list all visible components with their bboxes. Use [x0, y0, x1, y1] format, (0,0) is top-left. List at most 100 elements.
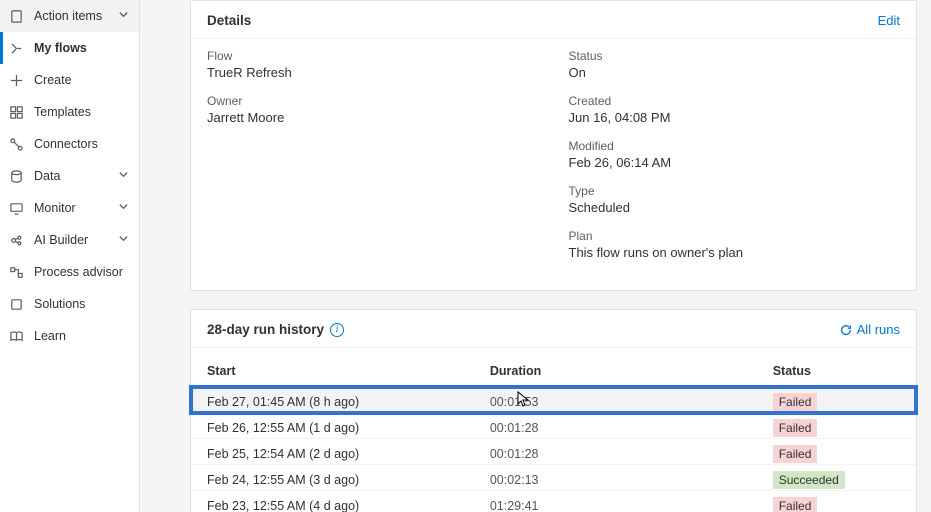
run-duration: 01:29:41 — [490, 499, 773, 512]
field-label: Plan — [569, 229, 901, 243]
sidebar-item-label: Connectors — [34, 137, 98, 151]
sidebar-item-solutions[interactable]: Solutions — [0, 288, 139, 320]
details-title: Details — [207, 13, 251, 28]
field-status: Status On — [569, 49, 901, 80]
run-row[interactable]: Feb 26, 12:55 AM (1 d ago)00:01:28Failed — [191, 413, 916, 439]
status-badge: Failed — [773, 393, 818, 411]
field-label: Type — [569, 184, 901, 198]
run-start: Feb 23, 12:55 AM (4 d ago) — [207, 499, 490, 512]
run-row[interactable]: Feb 25, 12:54 AM (2 d ago)00:01:28Failed — [191, 439, 916, 465]
field-modified: Modified Feb 26, 06:14 AM — [569, 139, 901, 170]
run-status-cell: Succeeded — [773, 471, 900, 489]
col-status: Status — [773, 364, 900, 378]
col-start: Start — [207, 364, 490, 378]
run-start: Feb 24, 12:55 AM (3 d ago) — [207, 473, 490, 487]
details-card: Details Edit Flow TrueR Refresh Owner Ja… — [190, 0, 917, 291]
field-label: Flow — [207, 49, 539, 63]
details-col-left: Flow TrueR Refresh Owner Jarrett Moore — [207, 49, 539, 274]
details-header: Details Edit — [191, 1, 916, 39]
status-badge: Succeeded — [773, 471, 845, 489]
sidebar-item-monitor[interactable]: Monitor — [0, 192, 139, 224]
info-icon[interactable]: i — [330, 323, 344, 337]
monitor-icon — [8, 200, 24, 216]
run-row[interactable]: Feb 27, 01:45 AM (8 h ago)00:01:53Failed — [191, 387, 916, 413]
field-value: TrueR Refresh — [207, 65, 539, 80]
run-status-cell: Failed — [773, 419, 900, 437]
connectors-icon — [8, 136, 24, 152]
run-duration: 00:02:13 — [490, 473, 773, 487]
sidebar-item-process-advisor[interactable]: Process advisor — [0, 256, 139, 288]
sidebar-item-label: Data — [34, 169, 60, 183]
chevron-down-icon — [118, 201, 129, 215]
sidebar-item-label: My flows — [34, 41, 87, 55]
data-icon — [8, 168, 24, 184]
runs-body: Feb 27, 01:45 AM (8 h ago)00:01:53Failed… — [191, 387, 916, 512]
sidebar-item-data[interactable]: Data — [0, 160, 139, 192]
field-value: Jun 16, 04:08 PM — [569, 110, 901, 125]
sidebar-item-label: Monitor — [34, 201, 76, 215]
templates-icon — [8, 104, 24, 120]
run-status-cell: Failed — [773, 393, 900, 411]
sidebar-item-learn[interactable]: Learn — [0, 320, 139, 352]
sidebar-item-connectors[interactable]: Connectors — [0, 128, 139, 160]
field-type: Type Scheduled — [569, 184, 901, 215]
sidebar-item-label: AI Builder — [34, 233, 88, 247]
refresh-icon — [839, 323, 853, 337]
clipboard-icon — [8, 8, 24, 24]
run-start: Feb 27, 01:45 AM (8 h ago) — [207, 395, 490, 409]
all-runs-link[interactable]: All runs — [839, 322, 900, 337]
process-icon — [8, 264, 24, 280]
sidebar-item-label: Solutions — [34, 297, 85, 311]
mouse-cursor-icon — [517, 391, 531, 407]
field-value: This flow runs on owner's plan — [569, 245, 901, 260]
run-duration: 00:01:28 — [490, 421, 773, 435]
field-plan: Plan This flow runs on owner's plan — [569, 229, 901, 260]
chevron-down-icon — [118, 169, 129, 183]
details-col-right: Status On Created Jun 16, 04:08 PM Modif… — [569, 49, 901, 274]
runs-head: Start Duration Status — [191, 348, 916, 387]
field-label: Created — [569, 94, 901, 108]
field-label: Owner — [207, 94, 539, 108]
run-row[interactable]: Feb 24, 12:55 AM (3 d ago)00:02:13Succee… — [191, 465, 916, 491]
sidebar-item-label: Create — [34, 73, 72, 87]
field-label: Status — [569, 49, 901, 63]
field-owner: Owner Jarrett Moore — [207, 94, 539, 125]
run-start: Feb 26, 12:55 AM (1 d ago) — [207, 421, 490, 435]
sidebar-item-templates[interactable]: Templates — [0, 96, 139, 128]
field-value: Jarrett Moore — [207, 110, 539, 125]
field-flow: Flow TrueR Refresh — [207, 49, 539, 80]
all-runs-label: All runs — [857, 322, 900, 337]
run-start: Feb 25, 12:54 AM (2 d ago) — [207, 447, 490, 461]
field-created: Created Jun 16, 04:08 PM — [569, 94, 901, 125]
sidebar-item-label: Templates — [34, 105, 91, 119]
run-status-cell: Failed — [773, 445, 900, 463]
learn-icon — [8, 328, 24, 344]
run-row[interactable]: Feb 23, 12:55 AM (4 d ago)01:29:41Failed — [191, 491, 916, 512]
run-status-cell: Failed — [773, 497, 900, 512]
chevron-down-icon — [118, 9, 129, 23]
flow-icon — [8, 40, 24, 56]
sidebar-item-create[interactable]: Create — [0, 64, 139, 96]
main-content: Details Edit Flow TrueR Refresh Owner Ja… — [140, 0, 931, 512]
status-badge: Failed — [773, 419, 818, 437]
sidebar-item-my-flows[interactable]: My flows — [0, 32, 139, 64]
sidebar-item-ai-builder[interactable]: AI Builder — [0, 224, 139, 256]
chevron-down-icon — [118, 233, 129, 247]
col-duration: Duration — [490, 364, 773, 378]
ai-icon — [8, 232, 24, 248]
sidebar-item-action-items[interactable]: Action items — [0, 0, 139, 32]
status-badge: Failed — [773, 497, 818, 512]
run-duration: 00:01:53 — [490, 395, 773, 409]
field-value: Scheduled — [569, 200, 901, 215]
field-value: Feb 26, 06:14 AM — [569, 155, 901, 170]
field-label: Modified — [569, 139, 901, 153]
status-badge: Failed — [773, 445, 818, 463]
sidebar-item-label: Action items — [34, 9, 102, 23]
run-duration: 00:01:28 — [490, 447, 773, 461]
run-history-card: 28-day run history i All runs Start Dura… — [190, 309, 917, 512]
sidebar-item-label: Process advisor — [34, 265, 123, 279]
solutions-icon — [8, 296, 24, 312]
edit-link[interactable]: Edit — [878, 13, 900, 28]
field-value: On — [569, 65, 901, 80]
details-body: Flow TrueR Refresh Owner Jarrett Moore S… — [191, 39, 916, 290]
